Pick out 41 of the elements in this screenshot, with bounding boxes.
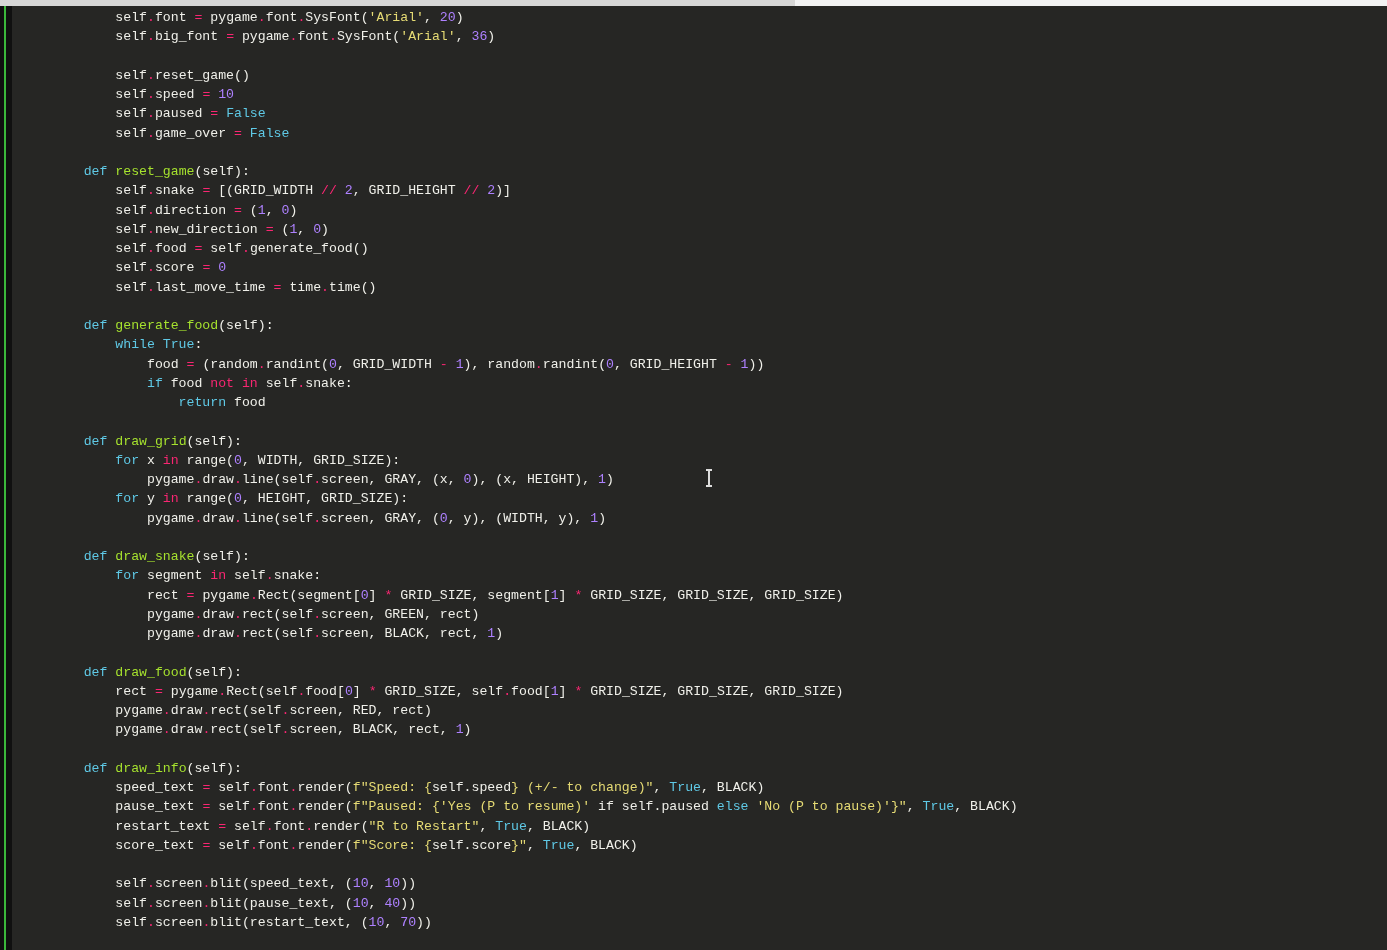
code-line: self.snake = [(GRID_WIDTH // 2, GRID_HEIGHT // 2)] bbox=[114, 183, 512, 199]
code-line: self.screen.blit(speed_text, (10, 10)) bbox=[114, 876, 417, 892]
code-line: def generate_food(self): bbox=[82, 318, 274, 333]
code-line: return food bbox=[177, 395, 266, 410]
code-line: self.big_font = pygame.font.SysFont('Arial', 36) bbox=[114, 29, 496, 45]
code-line: self.game_over = False bbox=[114, 125, 290, 141]
code-line: food = (random.randint(0, GRID_WIDTH - 1), random.randint(0, GRID_HEIGHT - 1)) bbox=[145, 356, 765, 372]
code-line: pause_text = self.font.render(f"Paused: {'Yes (P to resume)' if self.paused else 'No (P to pause)'}", True, BLACK) bbox=[114, 799, 1018, 815]
code-line: self.paused = False bbox=[114, 106, 266, 122]
code-line: speed_text = self.font.render(f"Speed: {self.speed} (+/- to change)", True, BLACK) bbox=[114, 780, 765, 795]
code-line: def reset_game(self): bbox=[82, 164, 250, 179]
code-line: while True: bbox=[114, 337, 203, 353]
code-line: if food not in self.snake: bbox=[145, 375, 353, 391]
code-line: self.screen.blit(restart_text, (10, 70)) bbox=[114, 914, 432, 930]
code-line: pygame.draw.rect(self.screen, BLACK, rect, 1) bbox=[145, 626, 504, 641]
code-line: for segment in self.snake: bbox=[114, 568, 322, 584]
code-line: def draw_snake(self): bbox=[82, 549, 250, 564]
code-line: pygame.draw.rect(self.screen, GREEN, rect) bbox=[145, 606, 480, 622]
code-line: self.speed = 10 bbox=[114, 87, 235, 102]
code-line: pygame.draw.line(self.screen, GRAY, (x, 0), (x, HEIGHT), 1) bbox=[145, 472, 614, 487]
code-line: def draw_info(self): bbox=[82, 760, 242, 776]
code-line: self.score = 0 bbox=[114, 260, 227, 276]
code-line: self.font = pygame.font.SysFont('Arial', 20) bbox=[114, 10, 464, 25]
code-line: for y in range(0, HEIGHT, GRID_SIZE): bbox=[114, 491, 409, 507]
code-line: self.last_move_time = time.time() bbox=[114, 279, 377, 295]
code-line: self.direction = (1, 0) bbox=[114, 202, 298, 218]
code-line: self.screen.blit(pause_text, (10, 40)) bbox=[114, 895, 417, 911]
code-line: def draw_food(self): bbox=[82, 664, 242, 680]
code-line: def draw_grid(self): bbox=[82, 433, 242, 449]
code-line: self.reset_game() bbox=[114, 67, 250, 83]
code-line: for x in range(0, WIDTH, GRID_SIZE): bbox=[114, 452, 401, 468]
code-line: self.new_direction = (1, 0) bbox=[114, 221, 330, 237]
code-line: rect = pygame.Rect(segment[0] * GRID_SIZE, segment[1] * GRID_SIZE, GRID_SIZE, GRID_SIZE) bbox=[145, 587, 844, 603]
code-line: rect = pygame.Rect(self.food[0] * GRID_SIZE, self.food[1] * GRID_SIZE, GRID_SIZE, GRID_SIZE) bbox=[114, 683, 844, 699]
code-line: restart_text = self.font.render("R to Restart", True, BLACK) bbox=[114, 818, 591, 834]
code-line: pygame.draw.line(self.screen, GRAY, (0, y), (WIDTH, y), 1) bbox=[145, 510, 607, 526]
code-line: self.food = self.generate_food() bbox=[114, 241, 369, 256]
text-cursor-icon bbox=[704, 468, 714, 488]
code-line: pygame.draw.rect(self.screen, BLACK, rect, 1) bbox=[114, 722, 472, 738]
code-line: pygame.draw.rect(self.screen, RED, rect) bbox=[114, 703, 432, 718]
code-line: score_text = self.font.render(f"Score: {self.score}", True, BLACK) bbox=[114, 837, 638, 853]
